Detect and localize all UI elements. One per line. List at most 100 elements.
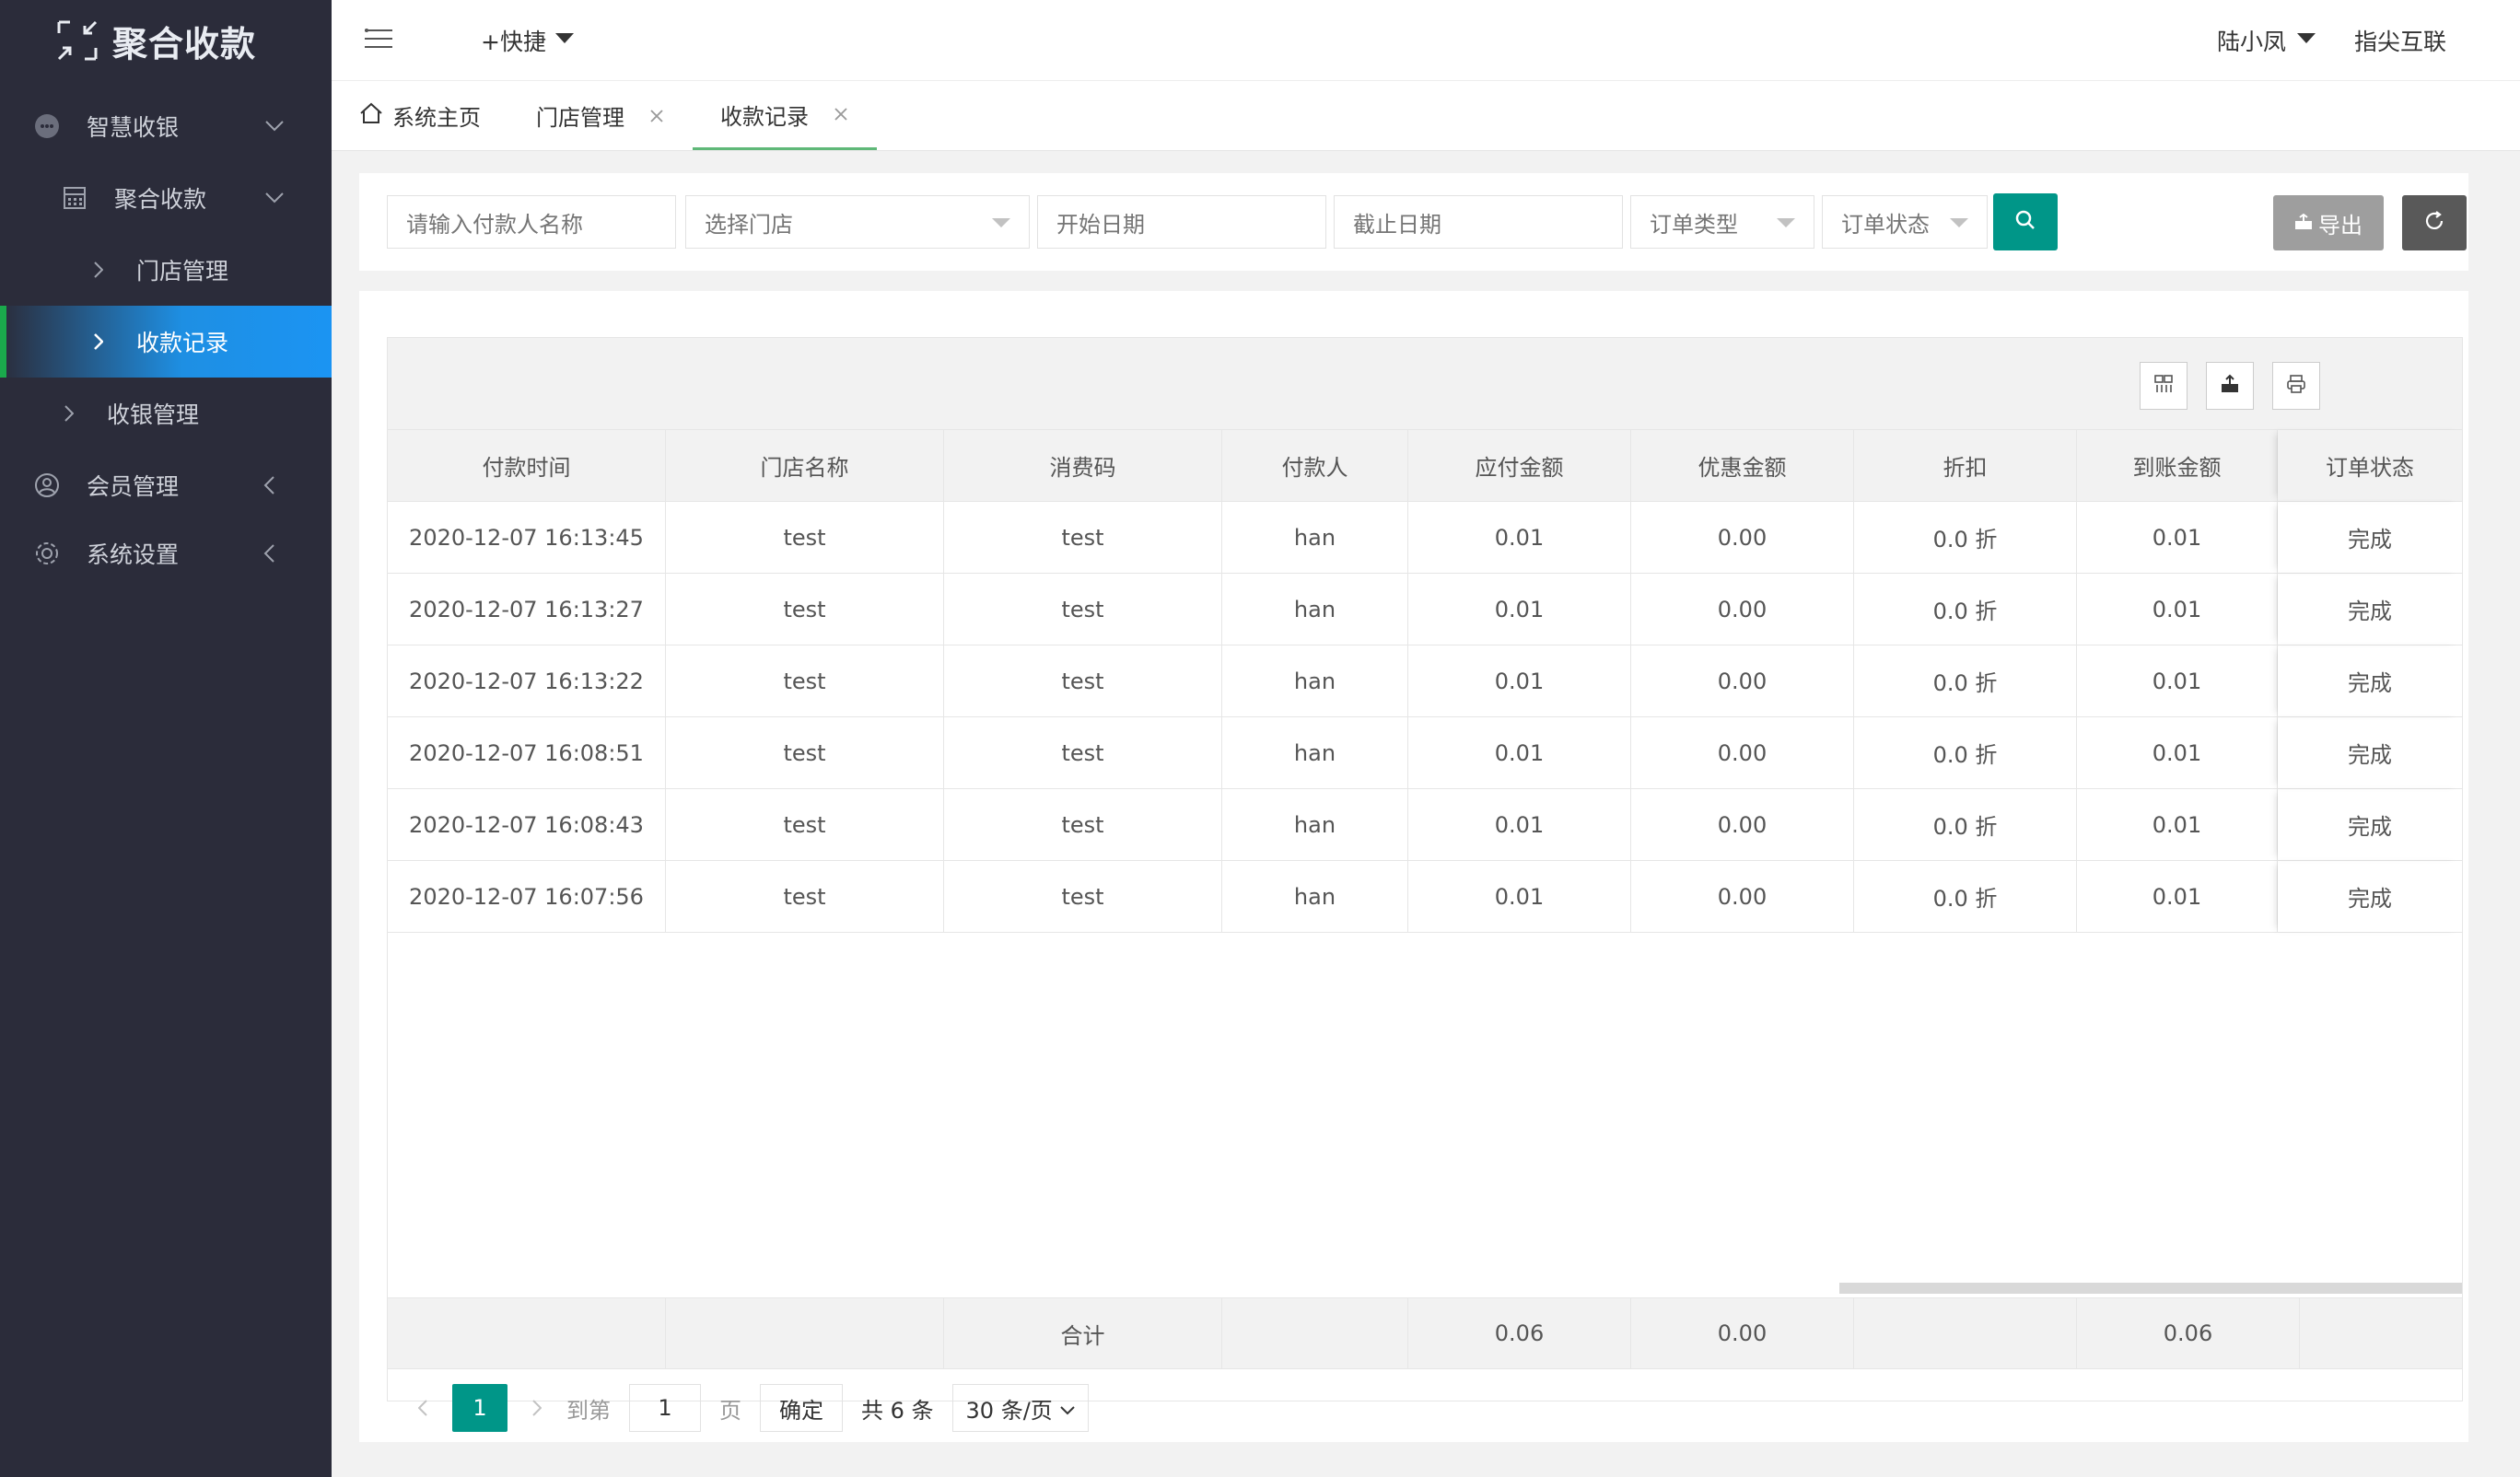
- order-status-placeholder: 订单状态: [1841, 211, 1930, 238]
- table-row[interactable]: 2020-12-07 16:08:51 test test han 0.01 0…: [388, 717, 2462, 789]
- page-tabs: 系统主页 门店管理 收款记录: [332, 81, 2520, 151]
- sidebar-item-cashier-management[interactable]: 收银管理: [0, 378, 332, 449]
- sidebar-item-member-management[interactable]: 会员管理: [0, 449, 332, 521]
- tab-home[interactable]: 系统主页: [332, 81, 508, 150]
- column-header[interactable]: 折扣: [1854, 430, 2077, 501]
- table-cell: 0.00: [1631, 861, 1854, 932]
- close-icon[interactable]: [833, 106, 849, 122]
- sidebar-item-label: 系统设置: [87, 541, 180, 568]
- records-grid: 付款时间 门店名称 消费码 付款人 应付金额 优惠金额 折扣 到账金额 订单状态…: [388, 430, 2462, 933]
- table-cell: test: [944, 717, 1222, 788]
- print-button[interactable]: [2272, 362, 2320, 410]
- table-cell: 2020-12-07 16:08:43: [388, 789, 666, 860]
- horizontal-scrollbar[interactable]: [1839, 1283, 2462, 1294]
- table-export-button[interactable]: [2206, 362, 2254, 410]
- column-header[interactable]: 门店名称: [666, 430, 944, 501]
- sidebar: 聚合收款 智慧收银 聚合收款 门店管理 收款记录 收银管理 会员管理 系统设置: [0, 0, 332, 1477]
- calculator-icon: [61, 184, 88, 212]
- tab-label: 系统主页: [392, 105, 481, 131]
- column-grid-icon: [2153, 374, 2174, 398]
- table-cell: han: [1222, 789, 1408, 860]
- pagination: 1 到第 1 页 确定 共 6 条 30 条/页: [388, 1369, 2462, 1447]
- column-filter-button[interactable]: [2140, 362, 2188, 410]
- sidebar-item-smart-cashier[interactable]: 智慧收银: [0, 90, 332, 162]
- column-header[interactable]: 消费码: [944, 430, 1222, 501]
- sidebar-item-system-settings[interactable]: 系统设置: [0, 521, 332, 586]
- order-status-select[interactable]: 订单状态: [1822, 195, 1988, 249]
- page-size-select[interactable]: 30 条/页: [951, 1384, 1089, 1432]
- column-header[interactable]: 付款时间: [388, 430, 666, 501]
- payer-name-input[interactable]: 请输入付款人名称: [387, 195, 676, 249]
- prev-page-button[interactable]: [414, 1400, 432, 1416]
- table-cell: test: [666, 574, 944, 645]
- collapse-arrows-icon: [55, 18, 99, 63]
- sidebar-item-label: 会员管理: [87, 473, 180, 500]
- chevron-right-icon: [94, 262, 109, 278]
- totals-discount: 0.00: [1631, 1298, 1854, 1368]
- table-cell: han: [1222, 645, 1408, 716]
- table-cell: 完成: [2278, 574, 2462, 645]
- goto-page-input[interactable]: 1: [629, 1384, 701, 1432]
- order-type-select[interactable]: 订单类型: [1630, 195, 1814, 249]
- start-date-input[interactable]: 开始日期: [1037, 195, 1326, 249]
- table-header-row: 付款时间 门店名称 消费码 付款人 应付金额 优惠金额 折扣 到账金额 订单状态: [388, 430, 2462, 502]
- table-row[interactable]: 2020-12-07 16:07:56 test test han 0.01 0…: [388, 861, 2462, 933]
- store-select[interactable]: 选择门店: [685, 195, 1030, 249]
- sidebar-item-label: 聚合收款: [114, 186, 207, 213]
- column-header[interactable]: 付款人: [1222, 430, 1408, 501]
- page-size-value: 30 条/页: [965, 1397, 1053, 1424]
- table-cell: 0.01: [1408, 645, 1631, 716]
- printer-icon: [2286, 374, 2306, 398]
- sidebar-item-store-management[interactable]: 门店管理: [0, 234, 332, 306]
- quick-menu[interactable]: +快捷: [481, 24, 574, 57]
- caret-down-icon: [1950, 218, 1968, 227]
- end-date-input[interactable]: 截止日期: [1334, 195, 1623, 249]
- app-logo: 聚合收款: [0, 0, 332, 81]
- table-cell: 0.01: [1408, 789, 1631, 860]
- close-icon[interactable]: [648, 108, 665, 124]
- table-row[interactable]: 2020-12-07 16:13:22 test test han 0.01 0…: [388, 645, 2462, 717]
- tab-payment-records[interactable]: 收款记录: [693, 81, 877, 150]
- refresh-button[interactable]: [2402, 195, 2467, 250]
- table-cell: 0.00: [1631, 574, 1854, 645]
- column-header[interactable]: 到账金额: [2077, 430, 2278, 501]
- column-header[interactable]: 优惠金额: [1631, 430, 1854, 501]
- sidebar-item-label: 门店管理: [136, 258, 229, 285]
- column-header[interactable]: 订单状态: [2278, 430, 2462, 501]
- quick-menu-label: +快捷: [481, 29, 546, 55]
- menu-toggle-icon[interactable]: [365, 28, 392, 53]
- totals-received: 0.06: [2077, 1298, 2300, 1368]
- totals-cell-empty: [666, 1298, 944, 1368]
- app-title: 聚合收款: [112, 23, 257, 64]
- table-row[interactable]: 2020-12-07 16:13:45 test test han 0.01 0…: [388, 502, 2462, 574]
- column-header[interactable]: 应付金额: [1408, 430, 1631, 501]
- search-button[interactable]: [1993, 193, 2058, 250]
- store-select-placeholder: 选择门店: [705, 211, 793, 238]
- table-cell: 完成: [2278, 717, 2462, 788]
- export-button[interactable]: 导出: [2273, 195, 2384, 250]
- records-table: 付款时间 门店名称 消费码 付款人 应付金额 优惠金额 折扣 到账金额 订单状态…: [387, 337, 2463, 1432]
- sidebar-item-aggregate-payment[interactable]: 聚合收款: [0, 162, 332, 234]
- table-row[interactable]: 2020-12-07 16:13:27 test test han 0.01 0…: [388, 574, 2462, 645]
- next-page-button[interactable]: [528, 1400, 546, 1416]
- sidebar-item-label: 智慧收银: [87, 114, 180, 141]
- caret-down-icon: [992, 218, 1010, 227]
- totals-row: 合计 0.06 0.00 0.06: [388, 1297, 2462, 1369]
- totals-cell-empty: [1222, 1298, 1408, 1368]
- table-row[interactable]: 2020-12-07 16:08:43 test test han 0.01 0…: [388, 789, 2462, 861]
- table-cell: test: [944, 861, 1222, 932]
- top-header: +快捷 陆小凤 指尖互联: [332, 0, 2520, 81]
- export-label: 导出: [2318, 212, 2362, 238]
- table-cell: han: [1222, 861, 1408, 932]
- tab-store-management[interactable]: 门店管理: [508, 81, 693, 150]
- table-cell: test: [944, 574, 1222, 645]
- brand-link[interactable]: 指尖互联: [2354, 24, 2446, 57]
- caret-down-icon: [554, 32, 574, 43]
- user-menu[interactable]: 陆小凤: [2217, 24, 2316, 57]
- table-cell: han: [1222, 574, 1408, 645]
- table-cell: han: [1222, 502, 1408, 573]
- goto-confirm-button[interactable]: 确定: [760, 1384, 843, 1432]
- page-number-current[interactable]: 1: [452, 1384, 508, 1432]
- sidebar-item-payment-records[interactable]: 收款记录: [0, 306, 332, 378]
- table-cell: 0.01: [1408, 717, 1631, 788]
